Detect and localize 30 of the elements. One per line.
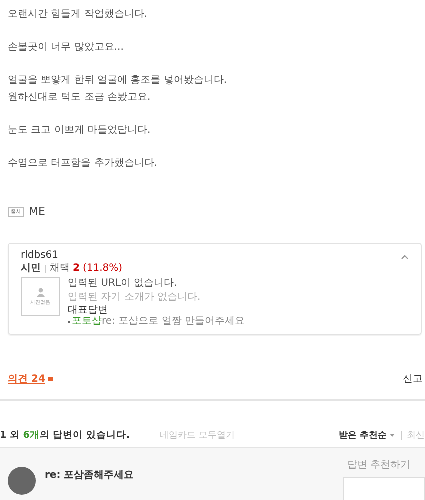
answer-count-text: 1 외 6개의 답변이 있습니다. (0, 428, 130, 442)
featured-label: 대표답변 (68, 305, 109, 316)
body-text: 손볼곳이 너무 많았고요... (8, 41, 125, 55)
collapse-caret-icon[interactable] (401, 255, 409, 260)
sort-tab[interactable]: 받은 추천순 (338, 428, 387, 442)
namecard-toggle[interactable]: 네임카드 모두열기 (160, 428, 235, 442)
featured-answer-link[interactable]: re: 포샵으로 얼짱 만들어주세요 (102, 316, 245, 327)
body-text: 오랜시간 힘들게 작업했습니다. (8, 8, 149, 22)
report-link[interactable]: 신고 (403, 372, 423, 386)
recommend-label: 답변 추천하기 (347, 459, 411, 472)
body-text: 수염으로 터프함을 추가했습니다. (8, 157, 159, 171)
adopted-rate: (11.8%) (82, 262, 123, 275)
source-value: ME (29, 205, 46, 218)
body-text: 눈도 크고 이쁘게 마들었답니다. (8, 124, 152, 138)
adopted-label: 채택 (50, 262, 70, 275)
avatar (8, 467, 36, 495)
comments-link[interactable]: 의견 24 (8, 372, 46, 386)
featured-category[interactable]: 포토샵 (72, 316, 102, 327)
comment-icon (48, 377, 54, 381)
body-text: 원하신대로 턱도 조금 손봤고요. (8, 91, 152, 105)
dropdown-caret-icon[interactable] (390, 434, 395, 436)
url-text: 입력된 URL이 없습니다. (68, 277, 178, 291)
intro-text: 입력된 자기 소개가 없습니다. (68, 291, 202, 305)
sort-tab[interactable]: 최신 (407, 428, 425, 442)
person-icon (36, 288, 44, 296)
rank-label: 시민 (21, 262, 41, 275)
body-text: 얼굴을 뽀얗게 한뒤 얼굴에 홍조를 넣어봤습니다. (8, 74, 228, 88)
answer-title: re: 포삼좀해주세요 (45, 469, 134, 482)
username[interactable]: rldbs61 (21, 250, 409, 262)
adopted-count: 2 (73, 262, 80, 275)
